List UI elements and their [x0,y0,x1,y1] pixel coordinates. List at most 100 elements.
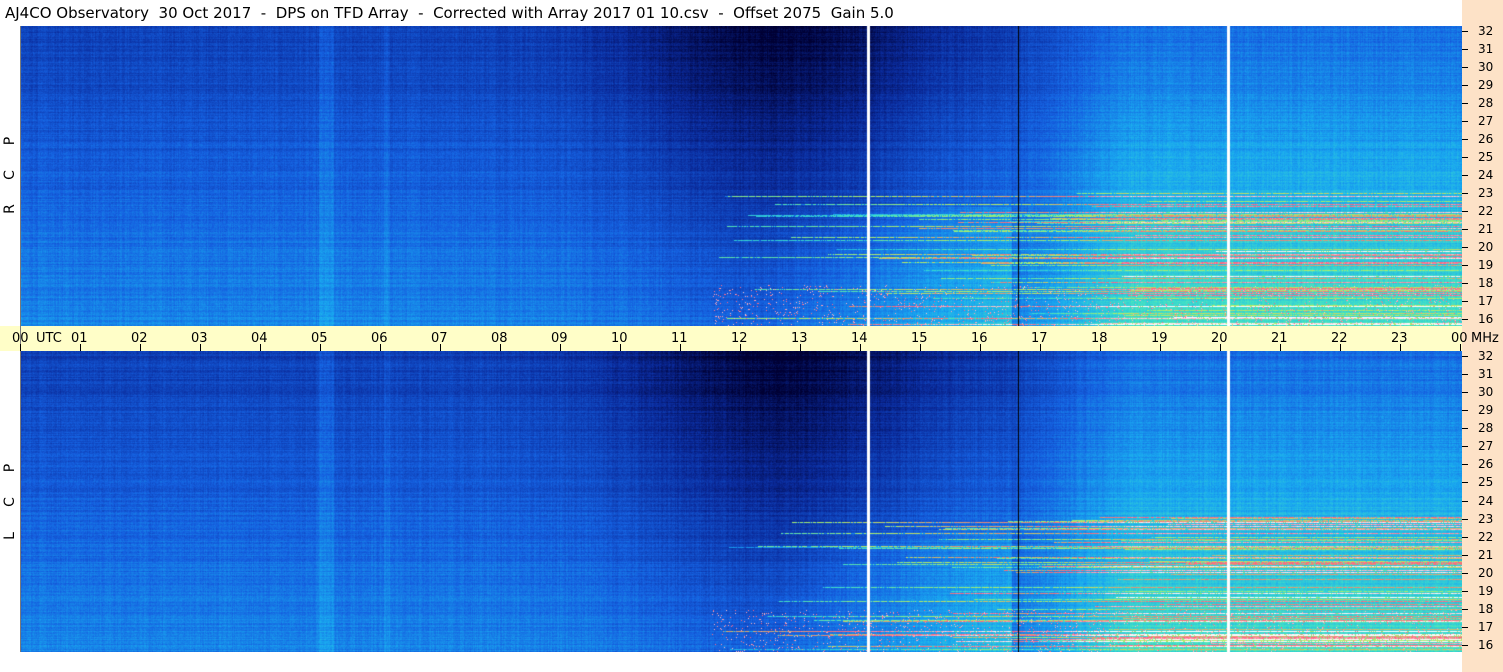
freq-tick [1462,283,1468,284]
freq-label: 17 [1478,619,1494,634]
hour-tick [920,344,921,351]
hour-tick [1160,344,1161,351]
freq-tick [1462,392,1468,393]
freq-label: 16 [1478,312,1494,326]
freq-tick [1462,103,1468,104]
hour-tick [620,344,621,351]
freq-label: 32 [1478,24,1494,38]
freq-tick [1462,609,1468,610]
freq-label: 16 [1478,638,1494,652]
freq-tick [1462,211,1468,212]
freq-label: 28 [1478,96,1494,110]
freq-label: 18 [1478,601,1494,616]
freq-label: 28 [1478,421,1494,436]
freq-tick [1462,519,1468,520]
hour-tick [380,344,381,351]
hour-tick [1100,344,1101,351]
rcp-letter-p: P [2,136,18,146]
rcp-letter-r: R [2,204,18,214]
freq-tick [1462,501,1468,502]
freq-label: 24 [1478,493,1494,508]
hour-tick [20,344,21,351]
hour-tick [1040,344,1041,351]
utc-label: UTC [36,331,62,346]
freq-tick [1462,627,1468,628]
freq-tick [1462,537,1468,538]
freq-tick [1462,482,1468,483]
freq-label: 30 [1478,385,1494,400]
hour-tick [320,344,321,351]
freq-tick [1462,555,1468,556]
freq-tick [1462,193,1468,194]
freq-label: 30 [1478,60,1494,74]
lcp-letter-p: P [2,463,18,473]
freq-tick [1462,139,1468,140]
freq-label: 32 [1478,349,1494,363]
freq-label: 17 [1478,294,1494,308]
rcp-letter-c: C [2,170,18,180]
freq-label: 29 [1478,403,1494,418]
freq-tick [1462,645,1468,646]
freq-tick [1462,229,1468,230]
freq-label: 19 [1478,258,1494,272]
hour-tick [980,344,981,351]
hour-tick [680,344,681,351]
freq-tick [1462,175,1468,176]
freq-label: 22 [1478,204,1494,218]
hour-tick [740,344,741,351]
freq-label: 18 [1478,276,1494,290]
freq-label: 19 [1478,583,1494,598]
freq-tick [1462,157,1468,158]
freq-label: 20 [1478,565,1494,580]
freq-tick [1462,301,1468,302]
freq-tick [1462,573,1468,574]
freq-label: 31 [1478,42,1494,56]
freq-tick [1462,356,1468,357]
hour-tick [1340,344,1341,351]
freq-label: 27 [1478,439,1494,454]
freq-tick [1462,85,1468,86]
freq-label: 22 [1478,529,1494,544]
rcp-spectrogram [21,26,1462,326]
freq-tick [1462,265,1468,266]
hour-tick [80,344,81,351]
freq-tick [1462,374,1468,375]
freq-label: 23 [1478,511,1494,526]
freq-label: 21 [1478,222,1494,236]
freq-tick [1462,446,1468,447]
mhz-label: MHz [1471,331,1499,346]
hour-tick [860,344,861,351]
freq-tick [1462,428,1468,429]
hour-tick [260,344,261,351]
freq-tick [1462,410,1468,411]
freq-label: 24 [1478,168,1494,182]
lcp-spectrogram [21,351,1462,652]
hour-tick [200,344,201,351]
hour-tick [1400,344,1401,351]
freq-tick [1462,31,1468,32]
freq-tick [1462,591,1468,592]
hour-tick [140,344,141,351]
hour-tick [560,344,561,351]
freq-label: 29 [1478,78,1494,92]
hour-tick [1220,344,1221,351]
freq-label: 26 [1478,132,1494,146]
freq-label: 20 [1478,240,1494,254]
freq-label: 25 [1478,475,1494,490]
freq-tick [1462,319,1468,320]
freq-label: 31 [1478,367,1494,382]
freq-label: 23 [1478,186,1494,200]
lcp-letter-c: C [2,497,18,507]
lcp-heatmap [21,351,1462,652]
rcp-heatmap [21,26,1462,326]
freq-tick [1462,67,1468,68]
freq-tick [1462,247,1468,248]
hour-tick [800,344,801,351]
hour-tick [1280,344,1281,351]
hour-tick [1460,344,1461,351]
lcp-letter-l: L [2,532,18,540]
freq-label: 25 [1478,150,1494,164]
hour-tick [440,344,441,351]
freq-label: 27 [1478,114,1494,128]
freq-label: 26 [1478,457,1494,472]
